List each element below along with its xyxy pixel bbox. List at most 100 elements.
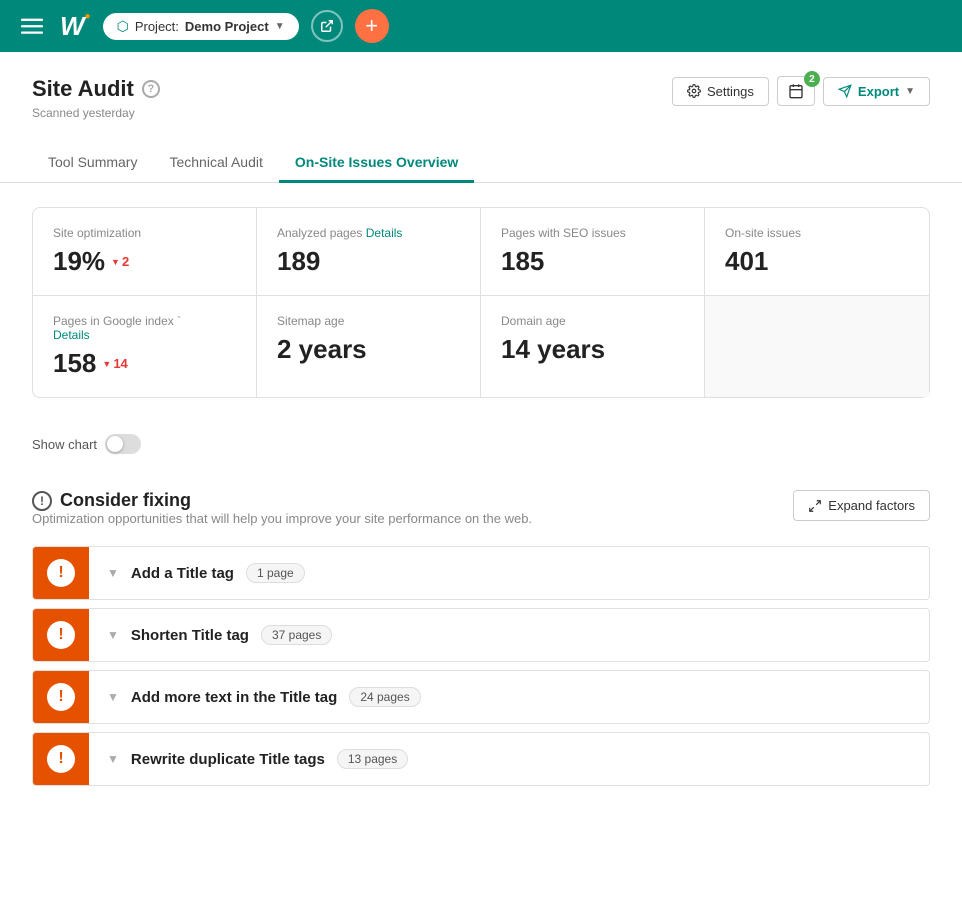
- consider-fixing-section: ! Consider fixing Optimization opportuni…: [0, 466, 962, 794]
- stat-site-optimization: Site optimization 19% 2: [33, 208, 257, 295]
- issue-name-add-title: Add a Title tag: [131, 565, 234, 582]
- stat-google-index-label: Pages in Google index `Details: [53, 314, 236, 342]
- help-icon[interactable]: ?: [142, 80, 160, 98]
- stat-sitemap-age-label: Sitemap age: [277, 314, 460, 328]
- stat-pages-seo-issues: Pages with SEO issues 185: [481, 208, 705, 295]
- project-icon: ⬡: [117, 18, 129, 35]
- stat-domain-age-label: Domain age: [501, 314, 684, 328]
- issue-toggle-shorten-title[interactable]: ▼: [107, 628, 119, 642]
- stat-domain-age: Domain age 14 years: [481, 296, 705, 397]
- add-button[interactable]: +: [355, 9, 389, 43]
- consider-header: ! Consider fixing Optimization opportuni…: [32, 490, 930, 542]
- severity-icon-rewrite-duplicate: !: [47, 745, 75, 773]
- analyzed-pages-details-link[interactable]: Details: [366, 226, 403, 240]
- severity-icon-shorten-title: !: [47, 621, 75, 649]
- issue-severity-shorten-title: !: [33, 609, 89, 661]
- severity-icon-add-text-title: !: [47, 683, 75, 711]
- stat-site-optimization-label: Site optimization: [53, 226, 236, 240]
- stat-empty: [705, 296, 929, 397]
- stats-row-1: Site optimization 19% 2 Analyzed pages D…: [33, 208, 929, 296]
- settings-label: Settings: [707, 84, 754, 99]
- issue-severity-add-title: !: [33, 547, 89, 599]
- calendar-button[interactable]: 2: [777, 76, 815, 106]
- toggle-knob: [107, 436, 123, 452]
- expand-factors-label: Expand factors: [828, 498, 915, 513]
- tab-on-site-issues[interactable]: On-Site Issues Overview: [279, 144, 474, 183]
- expand-factors-button[interactable]: Expand factors: [793, 490, 930, 521]
- severity-icon-add-title: !: [47, 559, 75, 587]
- tab-tool-summary[interactable]: Tool Summary: [32, 144, 153, 183]
- stat-pages-seo-label: Pages with SEO issues: [501, 226, 684, 240]
- stat-sitemap-age: Sitemap age 2 years: [257, 296, 481, 397]
- issue-toggle-add-title[interactable]: ▼: [107, 566, 119, 580]
- stat-analyzed-pages-value: 189: [277, 246, 460, 277]
- issue-name-add-text-title: Add more text in the Title tag: [131, 689, 337, 706]
- page-header: Site Audit ? Scanned yesterday Settings …: [0, 52, 962, 120]
- page-title-row: Site Audit ?: [32, 76, 160, 102]
- show-chart-toggle[interactable]: [105, 434, 141, 454]
- issue-badge-add-text-title: 24 pages: [349, 687, 420, 707]
- stats-section: Site optimization 19% 2 Analyzed pages D…: [32, 207, 930, 398]
- issue-badge-rewrite-duplicate: 13 pages: [337, 749, 408, 769]
- issue-severity-add-text-title: !: [33, 671, 89, 723]
- consider-title-area: ! Consider fixing Optimization opportuni…: [32, 490, 532, 542]
- issue-content-add-text-title: ▼ Add more text in the Title tag 24 page…: [89, 671, 929, 723]
- project-selector[interactable]: ⬡ Project: Demo Project ▼: [103, 13, 299, 40]
- stat-on-site-label: On-site issues: [725, 226, 909, 240]
- show-chart-label: Show chart: [32, 437, 97, 452]
- stat-sitemap-age-value: 2 years: [277, 334, 460, 365]
- stat-on-site-value: 401: [725, 246, 909, 277]
- header-actions: Settings 2 Export ▼: [672, 76, 930, 106]
- top-nav: W● ⬡ Project: Demo Project ▼ +: [0, 0, 962, 52]
- add-icon: +: [365, 13, 378, 39]
- export-dropdown-icon: ▼: [905, 86, 915, 97]
- scanned-label: Scanned yesterday: [32, 106, 160, 120]
- project-name: Demo Project: [185, 19, 269, 34]
- consider-subtitle: Optimization opportunities that will hel…: [32, 511, 532, 526]
- tabs-bar: Tool Summary Technical Audit On-Site Iss…: [0, 128, 962, 183]
- stat-google-index-value: 158 14: [53, 348, 236, 379]
- settings-button[interactable]: Settings: [672, 77, 769, 106]
- issue-content-shorten-title: ▼ Shorten Title tag 37 pages: [89, 609, 929, 661]
- issue-item-rewrite-duplicate-title: ! ▼ Rewrite duplicate Title tags 13 page…: [32, 732, 930, 786]
- project-dropdown-icon: ▼: [275, 21, 285, 32]
- main-content: Site Audit ? Scanned yesterday Settings …: [0, 52, 962, 900]
- title-area: Site Audit ? Scanned yesterday: [32, 76, 160, 120]
- stat-analyzed-pages-label: Analyzed pages Details: [277, 226, 460, 240]
- optimization-change: 2: [111, 254, 129, 269]
- issue-badge-shorten-title: 37 pages: [261, 625, 332, 645]
- consider-title: Consider fixing: [60, 490, 191, 511]
- stats-row-2: Pages in Google index `Details 158 14 Si…: [33, 296, 929, 397]
- stat-pages-seo-value: 185: [501, 246, 684, 277]
- issue-name-shorten-title: Shorten Title tag: [131, 627, 249, 644]
- issue-toggle-rewrite-duplicate[interactable]: ▼: [107, 752, 119, 766]
- logo-text: W: [60, 13, 85, 39]
- issue-item-add-text-title: ! ▼ Add more text in the Title tag 24 pa…: [32, 670, 930, 724]
- issue-toggle-add-text-title[interactable]: ▼: [107, 690, 119, 704]
- issue-content-add-title: ▼ Add a Title tag 1 page: [89, 547, 929, 599]
- show-chart-row: Show chart: [0, 422, 962, 466]
- hamburger-menu[interactable]: [16, 10, 48, 42]
- export-label: Export: [858, 84, 899, 99]
- export-button[interactable]: Export ▼: [823, 77, 930, 106]
- issue-severity-rewrite-duplicate: !: [33, 733, 89, 785]
- issue-content-rewrite-duplicate: ▼ Rewrite duplicate Title tags 13 pages: [89, 733, 929, 785]
- issue-item-add-title-tag: ! ▼ Add a Title tag 1 page: [32, 546, 930, 600]
- issue-badge-add-title: 1 page: [246, 563, 305, 583]
- tab-technical-audit[interactable]: Technical Audit: [153, 144, 278, 183]
- stat-on-site-issues: On-site issues 401: [705, 208, 929, 295]
- calendar-badge: 2: [804, 71, 820, 87]
- google-index-details-link[interactable]: Details: [53, 328, 90, 342]
- project-label: Project:: [135, 19, 179, 34]
- issue-name-rewrite-duplicate: Rewrite duplicate Title tags: [131, 751, 325, 768]
- issue-item-shorten-title-tag: ! ▼ Shorten Title tag 37 pages: [32, 608, 930, 662]
- stat-analyzed-pages: Analyzed pages Details 189: [257, 208, 481, 295]
- consider-title-icon: !: [32, 491, 52, 511]
- stat-site-optimization-value: 19% 2: [53, 246, 236, 277]
- page-title: Site Audit: [32, 76, 134, 102]
- consider-title-row: ! Consider fixing: [32, 490, 532, 511]
- external-link-button[interactable]: [311, 10, 343, 42]
- issue-list: ! ▼ Add a Title tag 1 page ! ▼ Shorten T…: [32, 546, 930, 794]
- google-index-change: 14: [102, 356, 127, 371]
- logo-dot: ●: [85, 11, 91, 22]
